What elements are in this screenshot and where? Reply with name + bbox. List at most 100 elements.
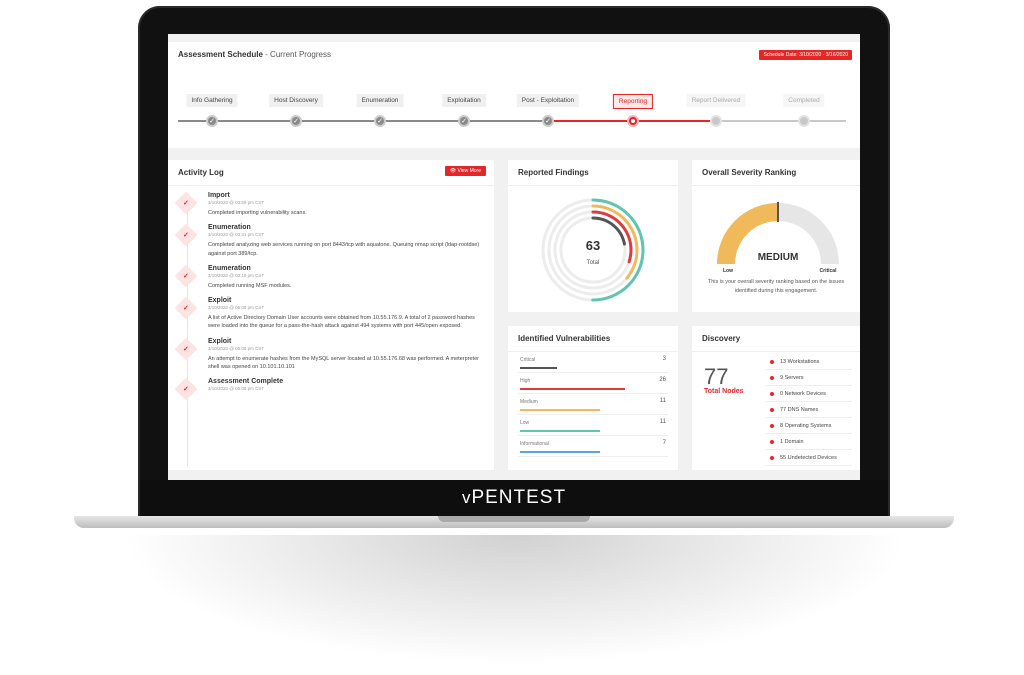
schedule-subtitle: - Current Progress <box>262 50 331 59</box>
discovery-total: 77 <box>704 364 729 389</box>
brand-prefix: v <box>461 488 472 507</box>
severity-title: Overall Severity Ranking <box>692 160 860 186</box>
log-item-title: Import <box>208 192 230 199</box>
severity-caption: This is your overall severity ranking ba… <box>707 279 845 294</box>
step-pending-icon <box>710 115 722 127</box>
progress-track-future <box>716 120 846 122</box>
log-item: ✓ Enumeration 3/10/2020 @ 03:31 pm CST Comp… <box>174 223 484 258</box>
vulnerability-name: Critical <box>520 357 536 363</box>
discovery-item[interactable]: 0 Network Devices <box>766 386 852 402</box>
check-circle-icon: ✓ <box>174 191 198 215</box>
log-item-time: 3/10/2020 @ 03:59 pm CST <box>208 200 265 205</box>
vulnerabilities-list: Critical 3 High 26 Medium 11 Low 11 Informationa… <box>508 352 678 457</box>
view-more-button[interactable]: 👁 View More <box>444 166 486 176</box>
vulnerability-row[interactable]: Medium 11 <box>518 394 668 415</box>
check-circle-icon: ✓ <box>174 296 198 320</box>
vulnerability-name: High <box>520 378 531 384</box>
vulnerability-row[interactable]: Critical 3 <box>518 352 668 373</box>
assessment-schedule-card: Assessment Schedule - Current Progress S… <box>168 42 860 148</box>
vulnerability-count: 26 <box>659 377 666 383</box>
schedule-title-text: Assessment Schedule <box>178 50 263 59</box>
activity-log-card: Activity Log 👁 View More ✓ Import 3/10/202… <box>168 160 494 470</box>
activity-log-list: ✓ Import 3/10/2020 @ 03:59 pm CST Completed… <box>168 186 494 466</box>
vulnerability-row[interactable]: Low 11 <box>518 415 668 436</box>
schedule-title: Assessment Schedule - Current Progress <box>168 42 860 67</box>
progress-track-done <box>178 120 548 122</box>
log-item-time: 3/10/2020 @ 03:10 pm CST <box>208 272 265 278</box>
step-check-icon: ✓ <box>542 115 554 127</box>
log-item-description: Completed importing vulnerability scans. <box>208 210 307 216</box>
vulnerability-row[interactable]: Informational 7 <box>518 436 668 457</box>
step-active-icon <box>627 115 639 127</box>
log-item-time: 3/10/2020 @ 05:08 pm CST <box>208 305 265 310</box>
severity-gauge: MEDIUM Low Critical <box>717 202 839 274</box>
severity-ranking-card: Overall Severity Ranking MEDIUM Low Crit… <box>692 160 860 312</box>
gauge-low-label: Low <box>723 268 733 274</box>
discovery-card: Discovery 77 Total Nodes 13 Workstations… <box>692 326 860 470</box>
step-label[interactable]: Host Discovery <box>269 94 323 107</box>
discovery-list: 13 Workstations 9 Servers 0 Network Device… <box>766 354 852 466</box>
step-pending-icon <box>798 115 810 127</box>
brand-logo: vPENTEST <box>462 487 566 509</box>
reported-findings-card: Reported Findings 63 Total <box>508 160 678 312</box>
findings-total-label: Total <box>587 260 600 266</box>
findings-total: 63 <box>586 238 600 253</box>
log-item-description: Completed analyzing web services running… <box>208 242 480 257</box>
vulnerability-name: Low <box>520 420 530 426</box>
step-check-icon: ✓ <box>206 115 218 127</box>
check-circle-icon: ✓ <box>174 264 198 288</box>
step-check-icon: ✓ <box>458 115 470 127</box>
discovery-item[interactable]: 13 Workstations <box>766 354 852 370</box>
step-label[interactable]: Exploitation <box>442 94 486 107</box>
log-item-time: 3/10/2020 @ 05:08 pm CST <box>208 345 265 351</box>
step-check-icon: ✓ <box>374 115 386 127</box>
log-item-title: Enumeration <box>208 224 251 232</box>
log-item: ✓ Assessment Complete 3/10/2020 @ 05:08 pm… <box>174 377 484 401</box>
log-item-title: Exploit <box>208 337 232 345</box>
step-label[interactable]: Enumeration <box>356 94 404 107</box>
log-item-time: 3/10/2020 @ 05:08 pm CST <box>208 386 265 391</box>
check-circle-icon: ✓ <box>174 337 198 360</box>
laptop-shadow <box>120 535 910 665</box>
vulnerability-bar <box>520 430 601 432</box>
log-item: ✓ Enumeration 3/10/2020 @ 03:10 pm CST Comp… <box>174 264 484 290</box>
check-circle-icon: ✓ <box>174 377 198 401</box>
vulnerability-bar <box>520 388 626 390</box>
log-item-title: Assessment Complete <box>208 378 284 385</box>
vulnerability-bar <box>520 409 601 411</box>
check-circle-icon: ✓ <box>174 223 198 247</box>
brand-bar: vPENTEST <box>140 480 888 516</box>
dashboard-screen: Assessment Schedule - Current Progress S… <box>168 34 860 480</box>
findings-title: Reported Findings <box>508 160 678 186</box>
log-item-description: Completed running MSF modules. <box>208 282 292 289</box>
step-label[interactable]: Completed <box>783 94 825 107</box>
log-item-time: 3/10/2020 @ 03:31 pm CST <box>208 232 265 238</box>
gauge-critical-label: Critical <box>820 268 838 274</box>
vulnerability-row[interactable]: High 26 <box>518 373 668 394</box>
schedule-date-badge: Schedule Date: 3/10/2020 - 3/16/2020 <box>759 50 852 60</box>
vulnerability-bar <box>520 451 601 453</box>
log-item-description: A list of Active Directory Domain User a… <box>208 315 475 330</box>
discovery-item[interactable]: 1 Domain <box>766 434 852 450</box>
step-label[interactable]: Post - Exploitation <box>516 94 580 107</box>
laptop-notch <box>438 516 590 522</box>
vulnerability-count: 11 <box>659 398 666 404</box>
discovery-item[interactable]: 9 Servers <box>766 370 852 386</box>
step-label[interactable]: Report Delivered <box>686 94 746 107</box>
log-item: ✓ Exploit 3/10/2020 @ 05:08 pm CST An attem… <box>174 337 484 372</box>
progress-steps: Info Gathering ✓ Host Discovery ✓ Enumeratio… <box>178 94 848 134</box>
log-item-description: An attempt to enumerate hashes from the … <box>208 355 479 370</box>
log-item: ✓ Exploit 3/10/2020 @ 05:08 pm CST A list o… <box>174 296 484 331</box>
vulnerability-count: 3 <box>662 356 666 362</box>
discovery-item[interactable]: 77 DNS Names <box>766 402 852 418</box>
view-more-label: View More <box>457 168 481 174</box>
vulnerability-count: 7 <box>662 440 666 446</box>
discovery-item[interactable]: 55 Undetected Devices <box>766 450 852 466</box>
severity-value: MEDIUM <box>758 252 799 263</box>
identified-vulnerabilities-card: Identified Vulnerabilities Critical 3 High… <box>508 326 678 470</box>
vulnerability-bar <box>520 367 557 369</box>
log-item-title: Exploit <box>208 297 232 304</box>
step-label[interactable]: Info Gathering <box>186 94 238 107</box>
discovery-item[interactable]: 8 Operating Systems <box>766 418 852 434</box>
step-label[interactable]: Reporting <box>612 94 654 109</box>
